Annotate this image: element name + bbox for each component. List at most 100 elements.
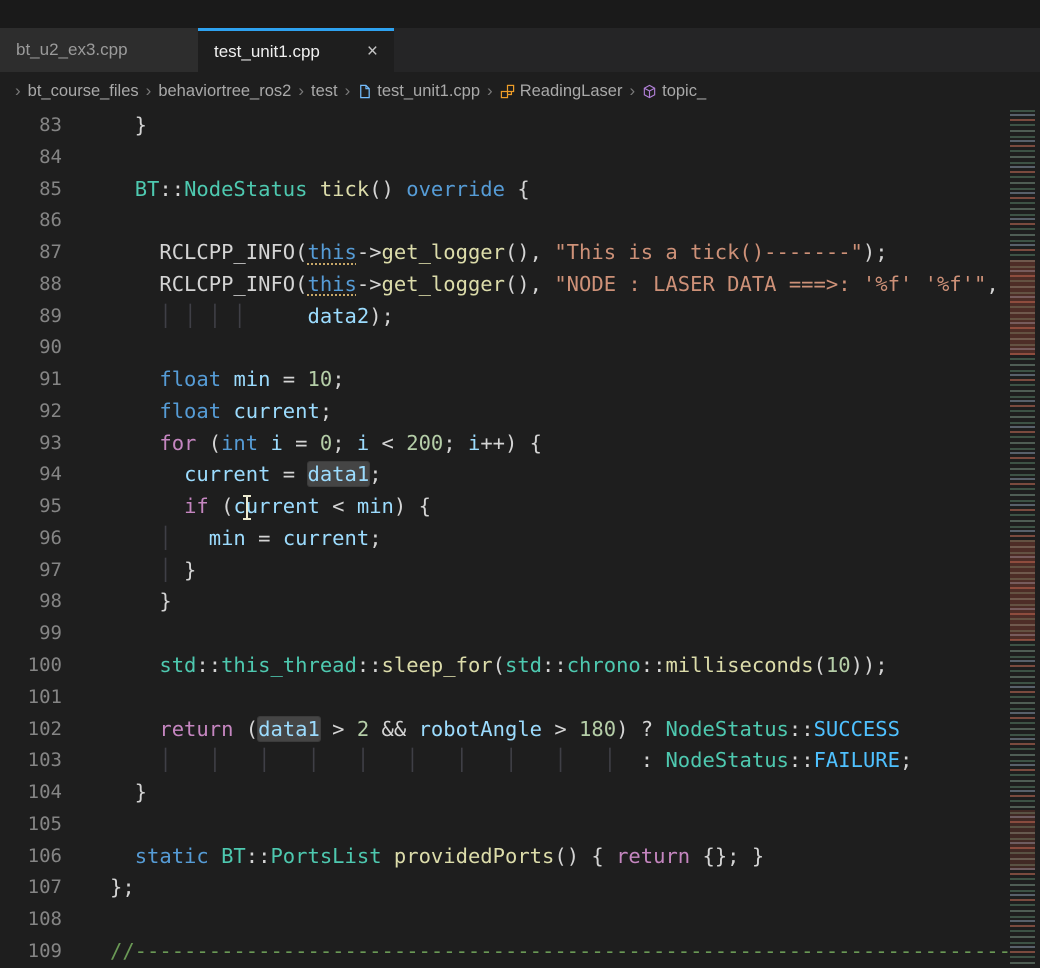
- code-line[interactable]: 98 }: [0, 586, 1008, 618]
- line-number[interactable]: 101: [0, 682, 62, 714]
- breadcrumb-item-test[interactable]: test: [311, 82, 338, 101]
- line-number[interactable]: 91: [0, 364, 62, 396]
- line-number[interactable]: 90: [0, 332, 62, 364]
- code-text: }: [62, 777, 147, 809]
- close-icon[interactable]: ×: [367, 42, 378, 61]
- line-number[interactable]: 83: [0, 110, 62, 142]
- code-text: float min = 10;: [62, 364, 345, 396]
- code-text: for (int i = 0; i < 200; i++) {: [62, 428, 542, 460]
- tab-bt-u2-ex3[interactable]: bt_u2_ex3.cpp: [0, 28, 198, 72]
- breadcrumb-item-behaviortree-ros2[interactable]: behaviortree_ros2: [158, 82, 291, 101]
- code-text: [62, 682, 110, 714]
- code-text: [62, 618, 110, 650]
- code-line[interactable]: 100 std::this_thread::sleep_for(std::chr…: [0, 650, 1008, 682]
- breadcrumb-item-readinglaser[interactable]: ReadingLaser: [500, 82, 623, 101]
- code-line[interactable]: 109//-----------------------------------…: [0, 936, 1008, 968]
- mouse-ibeam-cursor: [246, 495, 248, 520]
- code-line[interactable]: 96 │ min = current;: [0, 523, 1008, 555]
- code-line[interactable]: 90: [0, 332, 1008, 364]
- line-number[interactable]: 105: [0, 809, 62, 841]
- line-number[interactable]: 92: [0, 396, 62, 428]
- chevron-right-icon: ›: [487, 81, 493, 101]
- code-text: [62, 205, 110, 237]
- code-text: [62, 904, 110, 936]
- code-line[interactable]: 88 RCLCPP_INFO(this->get_logger(), "NODE…: [0, 269, 1008, 301]
- code-text: }: [62, 586, 172, 618]
- code-text: │ │ │ │ data2);: [62, 301, 394, 333]
- cpp-file-icon: [357, 84, 372, 99]
- chevron-right-icon: ›: [146, 81, 152, 101]
- code-line[interactable]: 93 for (int i = 0; i < 200; i++) {: [0, 428, 1008, 460]
- code-text: BT::NodeStatus tick() override {: [62, 174, 530, 206]
- code-line[interactable]: 103 │ │ │ │ │ │ │ │ │ │ : NodeStatus::FA…: [0, 745, 1008, 777]
- line-number[interactable]: 89: [0, 301, 62, 333]
- code-text: static BT::PortsList providedPorts() { r…: [62, 841, 764, 873]
- code-text: current = data1;: [62, 459, 382, 491]
- line-number[interactable]: 84: [0, 142, 62, 174]
- line-number[interactable]: 94: [0, 459, 62, 491]
- code-text: float current;: [62, 396, 332, 428]
- code-text: RCLCPP_INFO(this->get_logger(), "This is…: [62, 237, 888, 269]
- code-lines: 83 }8485 BT::NodeStatus tick() override …: [0, 110, 1008, 968]
- line-number[interactable]: 88: [0, 269, 62, 301]
- class-icon: [500, 84, 515, 99]
- code-line[interactable]: 95 if (current < min) {: [0, 491, 1008, 523]
- code-line[interactable]: 102 return (data1 > 2 && robotAngle > 18…: [0, 714, 1008, 746]
- line-number[interactable]: 99: [0, 618, 62, 650]
- line-number[interactable]: 106: [0, 841, 62, 873]
- line-number[interactable]: 87: [0, 237, 62, 269]
- chevron-right-icon: ›: [345, 81, 351, 101]
- chevron-right-icon: ›: [629, 81, 635, 101]
- code-line[interactable]: 91 float min = 10;: [0, 364, 1008, 396]
- code-line[interactable]: 99: [0, 618, 1008, 650]
- tab-label: bt_u2_ex3.cpp: [16, 40, 128, 60]
- code-text: │ }: [62, 555, 196, 587]
- line-number[interactable]: 86: [0, 205, 62, 237]
- minimap[interactable]: [1008, 110, 1040, 968]
- code-line[interactable]: 105: [0, 809, 1008, 841]
- tab-test-unit1[interactable]: test_unit1.cpp ×: [198, 28, 394, 72]
- line-number[interactable]: 104: [0, 777, 62, 809]
- code-line[interactable]: 108: [0, 904, 1008, 936]
- line-number[interactable]: 95: [0, 491, 62, 523]
- code-text: [62, 332, 110, 364]
- editor-tab-bar: bt_u2_ex3.cpp test_unit1.cpp ×: [0, 28, 1040, 72]
- code-line[interactable]: 107};: [0, 872, 1008, 904]
- line-number[interactable]: 97: [0, 555, 62, 587]
- code-line[interactable]: 84: [0, 142, 1008, 174]
- chevron-right-icon: ›: [298, 81, 304, 101]
- line-number[interactable]: 102: [0, 714, 62, 746]
- breadcrumb-item-bt-course-files[interactable]: bt_course_files: [28, 82, 139, 101]
- code-text: RCLCPP_INFO(this->get_logger(), "NODE : …: [62, 269, 1008, 301]
- line-number[interactable]: 96: [0, 523, 62, 555]
- code-line[interactable]: 106 static BT::PortsList providedPorts()…: [0, 841, 1008, 873]
- window-top-strip: [0, 0, 1040, 28]
- code-text: //--------------------------------------…: [62, 936, 1008, 968]
- code-text: std::this_thread::sleep_for(std::chrono:…: [62, 650, 888, 682]
- code-line[interactable]: 97 │ }: [0, 555, 1008, 587]
- code-line[interactable]: 87 RCLCPP_INFO(this->get_logger(), "This…: [0, 237, 1008, 269]
- line-number[interactable]: 109: [0, 936, 62, 968]
- code-line[interactable]: 92 float current;: [0, 396, 1008, 428]
- code-text: │ min = current;: [62, 523, 382, 555]
- code-line[interactable]: 85 BT::NodeStatus tick() override {: [0, 174, 1008, 206]
- code-line[interactable]: 101: [0, 682, 1008, 714]
- line-number[interactable]: 93: [0, 428, 62, 460]
- code-line[interactable]: 86: [0, 205, 1008, 237]
- breadcrumb: › bt_course_files › behaviortree_ros2 › …: [0, 72, 1040, 110]
- line-number[interactable]: 100: [0, 650, 62, 682]
- code-line[interactable]: 89 │ │ │ │ data2);: [0, 301, 1008, 333]
- code-text: return (data1 > 2 && robotAngle > 180) ?…: [62, 714, 900, 746]
- line-number[interactable]: 107: [0, 872, 62, 904]
- line-number[interactable]: 98: [0, 586, 62, 618]
- line-number[interactable]: 108: [0, 904, 62, 936]
- line-number[interactable]: 103: [0, 745, 62, 777]
- chevron-right-icon: ›: [15, 81, 21, 101]
- line-number[interactable]: 85: [0, 174, 62, 206]
- code-line[interactable]: 94 current = data1;: [0, 459, 1008, 491]
- breadcrumb-item-test-unit1[interactable]: test_unit1.cpp: [357, 82, 480, 101]
- code-line[interactable]: 104 }: [0, 777, 1008, 809]
- code-line[interactable]: 83 }: [0, 110, 1008, 142]
- breadcrumb-item-topic[interactable]: topic_: [642, 82, 706, 101]
- code-editor[interactable]: 83 }8485 BT::NodeStatus tick() override …: [0, 110, 1040, 968]
